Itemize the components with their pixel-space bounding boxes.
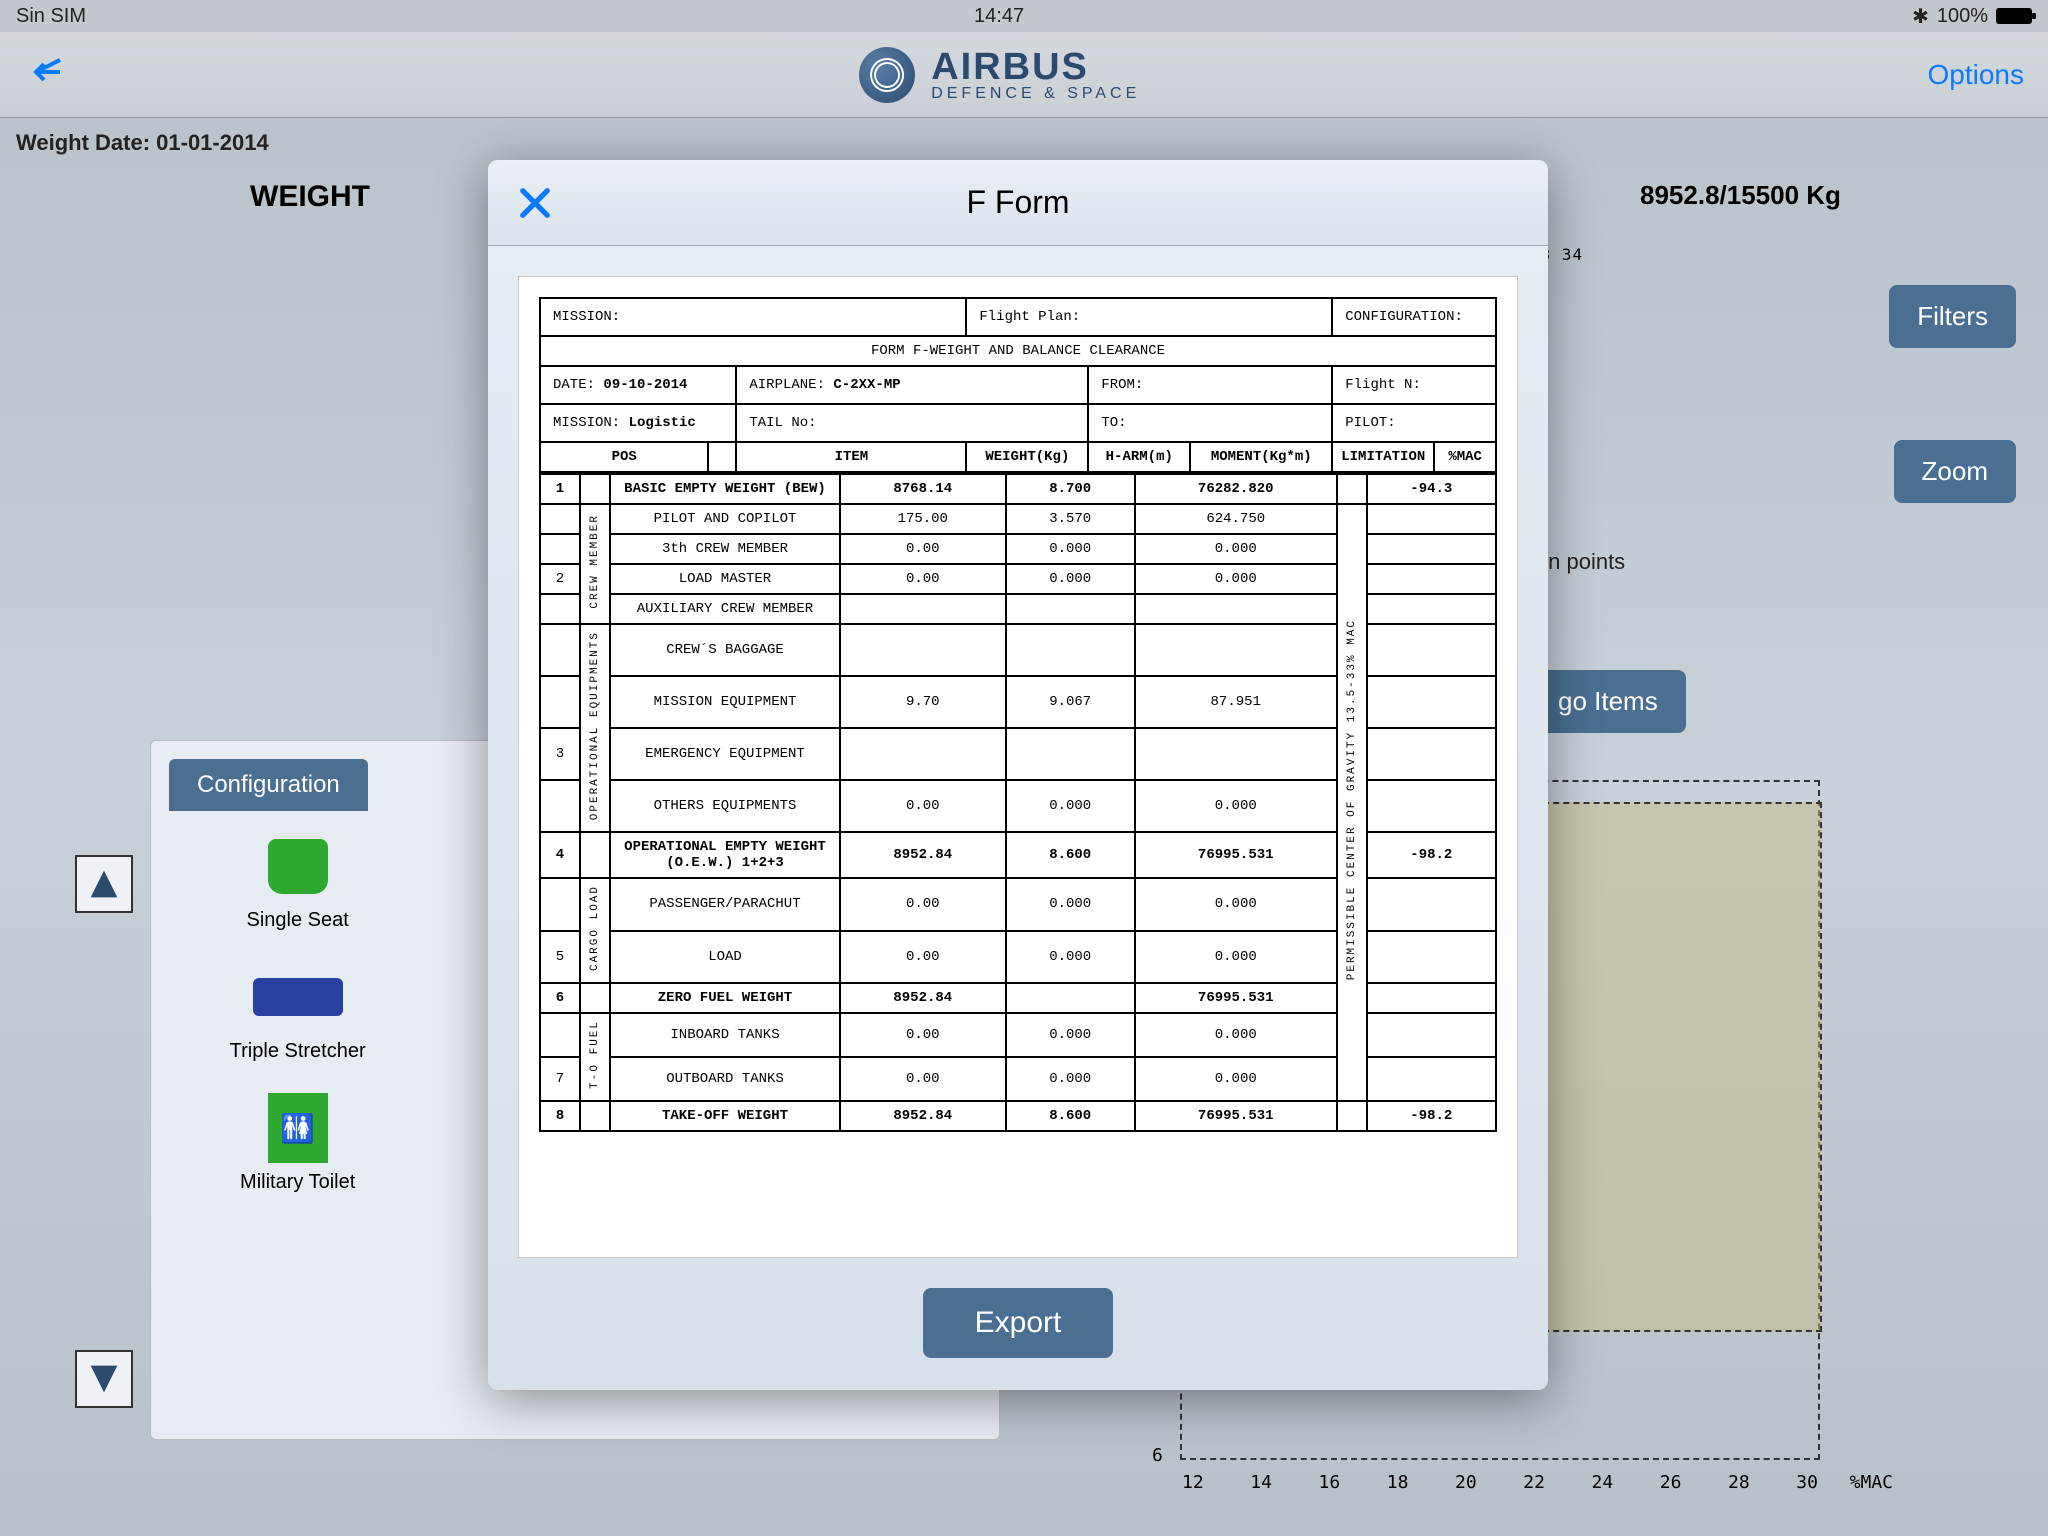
export-button[interactable]: Export <box>923 1288 1114 1358</box>
f-form-modal: F Form MISSION: Flight Plan: CONFIGURATI… <box>488 160 1548 1390</box>
modal-backdrop: F Form MISSION: Flight Plan: CONFIGURATI… <box>0 0 2048 1536</box>
form-document: MISSION: Flight Plan: CONFIGURATION: FOR… <box>518 276 1518 1258</box>
modal-title: F Form <box>966 184 1069 221</box>
form-row: 8TAKE-OFF WEIGHT8952.848.60076995.531-98… <box>540 1101 1496 1131</box>
modal-body: MISSION: Flight Plan: CONFIGURATION: FOR… <box>488 246 1548 1288</box>
close-button[interactable] <box>514 182 556 229</box>
form-row: 1BASIC EMPTY WEIGHT (BEW)8768.148.700762… <box>540 474 1496 504</box>
modal-footer: Export <box>488 1288 1548 1390</box>
form-row: CREW MEMBERPILOT AND COPILOT175.003.5706… <box>540 504 1496 534</box>
modal-header: F Form <box>488 160 1548 246</box>
